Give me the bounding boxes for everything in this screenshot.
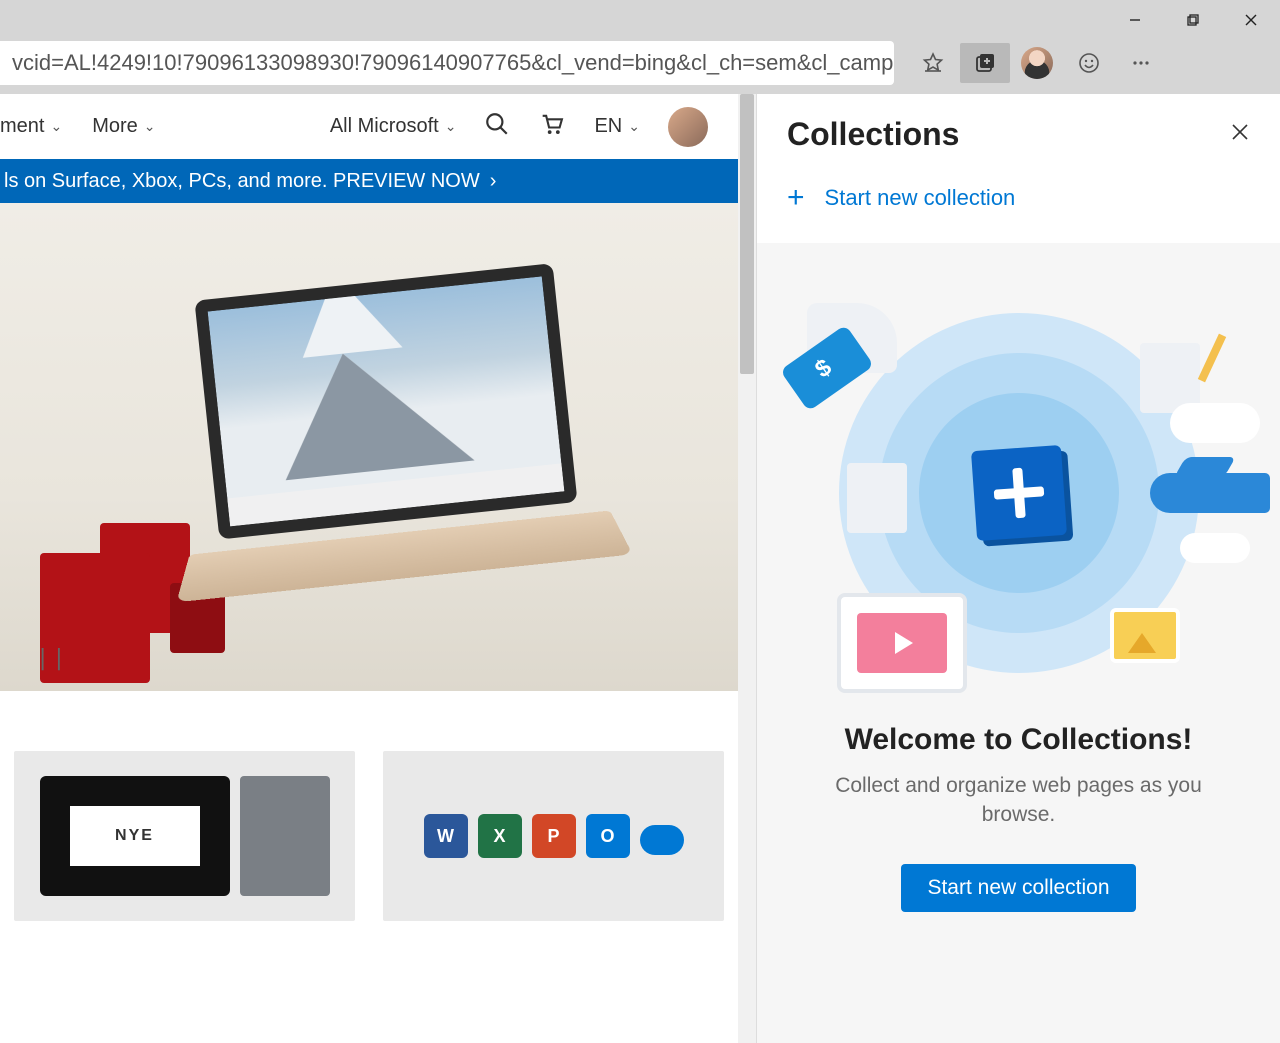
nav-item-more[interactable]: More ⌄ — [92, 115, 155, 138]
maximize-icon — [1186, 13, 1200, 27]
address-url-text: vcid=AL!4249!10!79096133098930!790961409… — [12, 50, 894, 76]
powerpoint-icon: P — [532, 814, 576, 858]
nav-item-label: More — [92, 115, 138, 138]
feedback-button[interactable] — [1064, 43, 1114, 83]
nav-language-selector[interactable]: EN ⌄ — [594, 115, 640, 138]
photo-icon — [1110, 608, 1180, 663]
start-new-collection-button[interactable]: Start new collection — [901, 864, 1135, 912]
collections-icon — [973, 51, 997, 75]
site-nav: ment ⌄ More ⌄ All Microsoft ⌄ — [0, 94, 738, 159]
nav-right-group: All Microsoft ⌄ EN ⌄ — [330, 107, 708, 147]
page-scrollbar[interactable]: ▲ — [738, 94, 756, 1043]
close-window-button[interactable] — [1222, 0, 1280, 40]
laptop-graphic — [194, 257, 645, 619]
toolbar-actions — [898, 43, 1166, 83]
cloud-icon — [1180, 533, 1250, 563]
window-controls — [1106, 0, 1280, 40]
chevron-down-icon: ⌄ — [50, 118, 62, 135]
product-card-office[interactable]: W X P O — [383, 751, 724, 921]
star-outline-icon — [921, 51, 945, 75]
minimize-icon — [1128, 13, 1142, 27]
cloud-icon — [1170, 403, 1260, 443]
collections-welcome-title: Welcome to Collections! — [845, 723, 1193, 757]
more-menu-button[interactable] — [1116, 43, 1166, 83]
collections-illustration — [777, 283, 1260, 703]
chevron-down-icon: ⌄ — [445, 118, 457, 135]
browser-toolbar: vcid=AL!4249!10!79096133098930!790961409… — [0, 40, 1280, 94]
pencil-icon — [1198, 334, 1226, 383]
search-icon — [484, 111, 510, 137]
chevron-right-icon: › — [490, 170, 497, 193]
site-search-button[interactable] — [484, 111, 510, 143]
favorites-button[interactable] — [908, 43, 958, 83]
window-titlebar — [0, 0, 1280, 40]
workspace: ment ⌄ More ⌄ All Microsoft ⌄ — [0, 94, 1280, 1043]
ellipsis-icon — [1129, 51, 1153, 75]
site-account-avatar[interactable] — [668, 107, 708, 147]
chevron-down-icon: ⌄ — [144, 118, 156, 135]
excel-icon: X — [478, 814, 522, 858]
tablet-graphic — [40, 776, 230, 896]
profile-avatar-icon — [1021, 47, 1053, 79]
close-icon — [1244, 13, 1258, 27]
promo-text: ls on Surface, Xbox, PCs, and more. PREV… — [4, 170, 480, 193]
word-icon: W — [424, 814, 468, 858]
maximize-button[interactable] — [1164, 0, 1222, 40]
webpage-viewport: ment ⌄ More ⌄ All Microsoft ⌄ — [0, 94, 738, 1043]
onedrive-icon — [640, 825, 684, 855]
chevron-down-icon: ⌄ — [628, 118, 640, 135]
tv-icon — [837, 593, 967, 693]
minimize-button[interactable] — [1106, 0, 1164, 40]
close-icon — [1230, 122, 1250, 142]
collections-title: Collections — [787, 116, 959, 153]
collections-header: Collections — [757, 94, 1280, 175]
airplane-icon — [1150, 473, 1270, 513]
nav-all-microsoft[interactable]: All Microsoft ⌄ — [330, 115, 457, 138]
cart-icon — [538, 110, 566, 138]
nav-item-label: All Microsoft — [330, 115, 439, 138]
document-icon — [847, 463, 907, 533]
collections-close-button[interactable] — [1230, 122, 1250, 147]
profile-button[interactable] — [1012, 43, 1062, 83]
plus-icon: + — [787, 181, 805, 215]
scrollbar-thumb[interactable] — [740, 94, 754, 374]
collections-empty-state: Welcome to Collections! Collect and orga… — [757, 243, 1280, 1043]
product-cards-row: W X P O — [0, 691, 738, 921]
collections-welcome-subtitle: Collect and organize web pages as you br… — [829, 771, 1209, 830]
promo-banner[interactable]: ls on Surface, Xbox, PCs, and more. PREV… — [0, 159, 738, 203]
outlook-icon: O — [586, 814, 630, 858]
start-new-collection-label: Start new collection — [825, 185, 1016, 211]
collections-pane: Collections + Start new collection — [756, 94, 1280, 1043]
hero-image: || — [0, 203, 738, 691]
add-card-icon — [970, 445, 1066, 541]
address-bar[interactable]: vcid=AL!4249!10!79096133098930!790961409… — [0, 41, 894, 85]
collections-button[interactable] — [960, 43, 1010, 83]
nav-language-label: EN — [594, 115, 622, 138]
nav-item-label: ment — [0, 115, 44, 138]
start-new-collection-link[interactable]: + Start new collection — [757, 175, 1280, 243]
nav-item-truncated[interactable]: ment ⌄ — [0, 115, 62, 138]
carousel-pause-button[interactable]: || — [36, 646, 69, 671]
play-icon — [895, 632, 913, 654]
product-card-surface[interactable] — [14, 751, 355, 921]
keyboard-graphic — [240, 776, 330, 896]
site-cart-button[interactable] — [538, 110, 566, 144]
pause-icon: || — [36, 646, 69, 671]
smiley-icon — [1077, 51, 1101, 75]
